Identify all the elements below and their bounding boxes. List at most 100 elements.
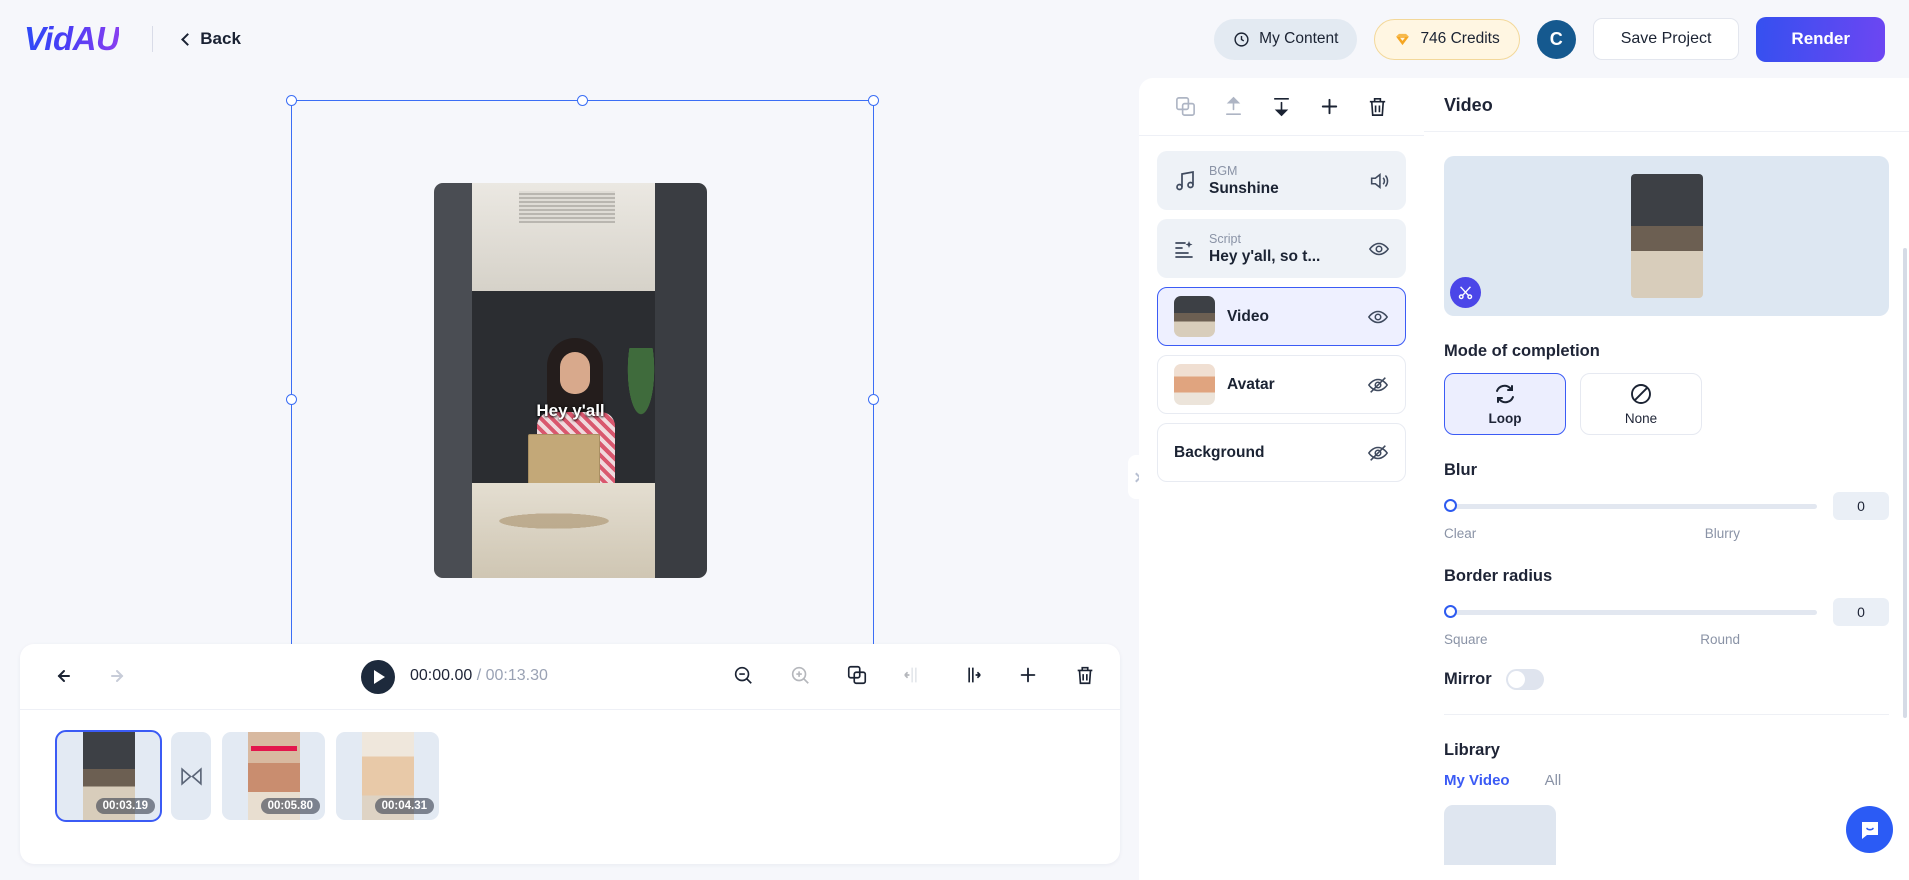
preview-counter <box>472 483 655 578</box>
time-display: 00:00.00 / 00:13.30 <box>410 667 548 685</box>
avatar-thumb <box>1174 364 1215 405</box>
add-clip-icon[interactable] <box>1017 664 1039 686</box>
my-content-button[interactable]: My Content <box>1214 18 1358 60</box>
transition-icon <box>180 766 202 786</box>
scissors-icon <box>1458 286 1473 300</box>
layer-title: Background <box>1174 444 1265 461</box>
library-tab-all[interactable]: All <box>1545 772 1562 789</box>
resize-handle-middle-left[interactable] <box>286 394 297 405</box>
clip-duration: 00:03.19 <box>95 798 155 814</box>
mirror-label: Mirror <box>1444 670 1492 688</box>
transition-button[interactable] <box>171 732 211 820</box>
none-icon <box>1631 384 1651 404</box>
layer-text: Script Hey y'all, so t... <box>1209 232 1356 266</box>
save-project-label: Save Project <box>1620 30 1712 47</box>
speaker-icon[interactable] <box>1368 170 1390 192</box>
undo-icon[interactable] <box>55 665 79 689</box>
zoom-in-icon[interactable] <box>789 664 811 686</box>
eye-off-icon[interactable] <box>1367 442 1389 464</box>
layer-item-avatar[interactable]: Avatar <box>1157 355 1406 414</box>
border-radius-label: Border radius <box>1444 567 1553 585</box>
layer-item-script[interactable]: Script Hey y'all, so t... <box>1157 219 1406 278</box>
border-radius-value[interactable]: 0 <box>1833 598 1889 626</box>
layer-item-video[interactable]: Video <box>1157 287 1406 346</box>
video-preview[interactable]: Hey y'all <box>434 183 707 578</box>
layer-text: Background <box>1174 432 1355 473</box>
preview-vent <box>519 191 615 223</box>
render-label: Render <box>1791 29 1850 48</box>
cut-button[interactable] <box>1450 277 1481 308</box>
layer-subtitle: BGM <box>1209 163 1238 178</box>
layer-title: Hey y'all, so t... <box>1209 247 1321 265</box>
mode-option-loop[interactable]: Loop <box>1444 373 1566 435</box>
eye-off-icon[interactable] <box>1367 374 1389 396</box>
border-radius-slider-track <box>1444 610 1817 615</box>
resize-handle-top-right[interactable] <box>868 95 879 106</box>
properties-scrollbar[interactable] <box>1903 248 1907 718</box>
zoom-out-icon[interactable] <box>732 664 754 686</box>
play-button[interactable] <box>361 660 395 694</box>
resize-handle-top-center[interactable] <box>576 95 588 106</box>
timeline-clip[interactable]: 00:03.19 <box>55 730 162 822</box>
blur-label: Blur <box>1444 461 1477 479</box>
resize-handle-top-left[interactable] <box>286 95 297 106</box>
mode-option-none[interactable]: None <box>1580 373 1702 435</box>
add-layer-icon[interactable] <box>1318 95 1341 118</box>
credits-button[interactable]: 746 Credits <box>1374 18 1520 60</box>
library-tabs: My Video All <box>1444 772 1889 789</box>
save-project-button[interactable]: Save Project <box>1592 18 1740 60</box>
back-button[interactable]: Back <box>181 29 241 49</box>
app-header: VidAU Back My Content 746 Credits C Save… <box>0 0 1909 78</box>
clip-list: 00:03.19 00:05.80 00:04.31 <box>20 710 1120 822</box>
split-right-icon[interactable] <box>960 664 982 686</box>
blur-slider[interactable] <box>1444 499 1817 513</box>
clip-preview-thumbnail[interactable] <box>1630 174 1703 298</box>
layer-item-bgm[interactable]: BGM Sunshine <box>1157 151 1406 210</box>
canvas-area: Hey y'all i It's not the final video yet… <box>0 78 1140 703</box>
eye-icon[interactable] <box>1367 306 1389 328</box>
back-label: Back <box>200 29 241 48</box>
header-actions: My Content 746 Credits C Save Project Re… <box>1214 16 1909 62</box>
properties-panel: Video Mode of completion Loop None Blur … <box>1424 78 1909 880</box>
avatar[interactable]: C <box>1536 19 1576 59</box>
render-button[interactable]: Render <box>1756 16 1885 62</box>
border-radius-slider[interactable] <box>1444 605 1817 619</box>
delete-layer-icon[interactable] <box>1366 95 1389 118</box>
layer-item-background[interactable]: Background <box>1157 423 1406 482</box>
credits-label: 746 Credits <box>1420 30 1500 47</box>
layers-panel: BGM Sunshine Script Hey y'all, so t... V… <box>1139 78 1424 880</box>
layer-title: Avatar <box>1227 376 1275 393</box>
diamond-icon <box>1396 33 1410 45</box>
loop-icon <box>1496 384 1514 404</box>
mode-option-none-label: None <box>1624 411 1658 426</box>
preview-face <box>560 352 590 394</box>
library-item[interactable] <box>1444 805 1556 865</box>
eye-icon[interactable] <box>1368 238 1390 260</box>
chat-support-button[interactable] <box>1846 806 1893 853</box>
border-radius-min-label: Square <box>1444 632 1488 647</box>
preview-wall-right <box>655 183 707 578</box>
layer-toolbar <box>1139 78 1424 136</box>
library-grid <box>1444 805 1889 865</box>
library-tab-my-video[interactable]: My Video <box>1444 772 1510 789</box>
bring-forward-icon[interactable] <box>1222 95 1245 118</box>
delete-clip-icon[interactable] <box>1074 664 1096 686</box>
layer-text: Avatar <box>1227 364 1355 405</box>
duplicate-layer-icon[interactable] <box>1174 95 1197 118</box>
blur-slider-row: 0 <box>1444 492 1889 520</box>
duplicate-clip-icon[interactable] <box>846 664 868 686</box>
send-backward-icon[interactable] <box>1270 95 1293 118</box>
timeline-clip[interactable]: 00:05.80 <box>222 732 325 820</box>
layer-list: BGM Sunshine Script Hey y'all, so t... V… <box>1139 136 1424 482</box>
border-radius-slider-knob[interactable] <box>1444 605 1457 618</box>
layer-text: Video <box>1227 296 1355 337</box>
blur-value[interactable]: 0 <box>1833 492 1889 520</box>
redo-icon[interactable] <box>102 665 126 689</box>
blur-slider-knob[interactable] <box>1444 499 1457 512</box>
clip-duration: 00:05.80 <box>260 798 320 814</box>
timeline-clip[interactable]: 00:04.31 <box>336 732 439 820</box>
my-content-label: My Content <box>1259 30 1339 47</box>
split-left-icon[interactable] <box>903 664 925 686</box>
mirror-toggle[interactable] <box>1505 669 1544 690</box>
resize-handle-middle-right[interactable] <box>868 394 879 405</box>
